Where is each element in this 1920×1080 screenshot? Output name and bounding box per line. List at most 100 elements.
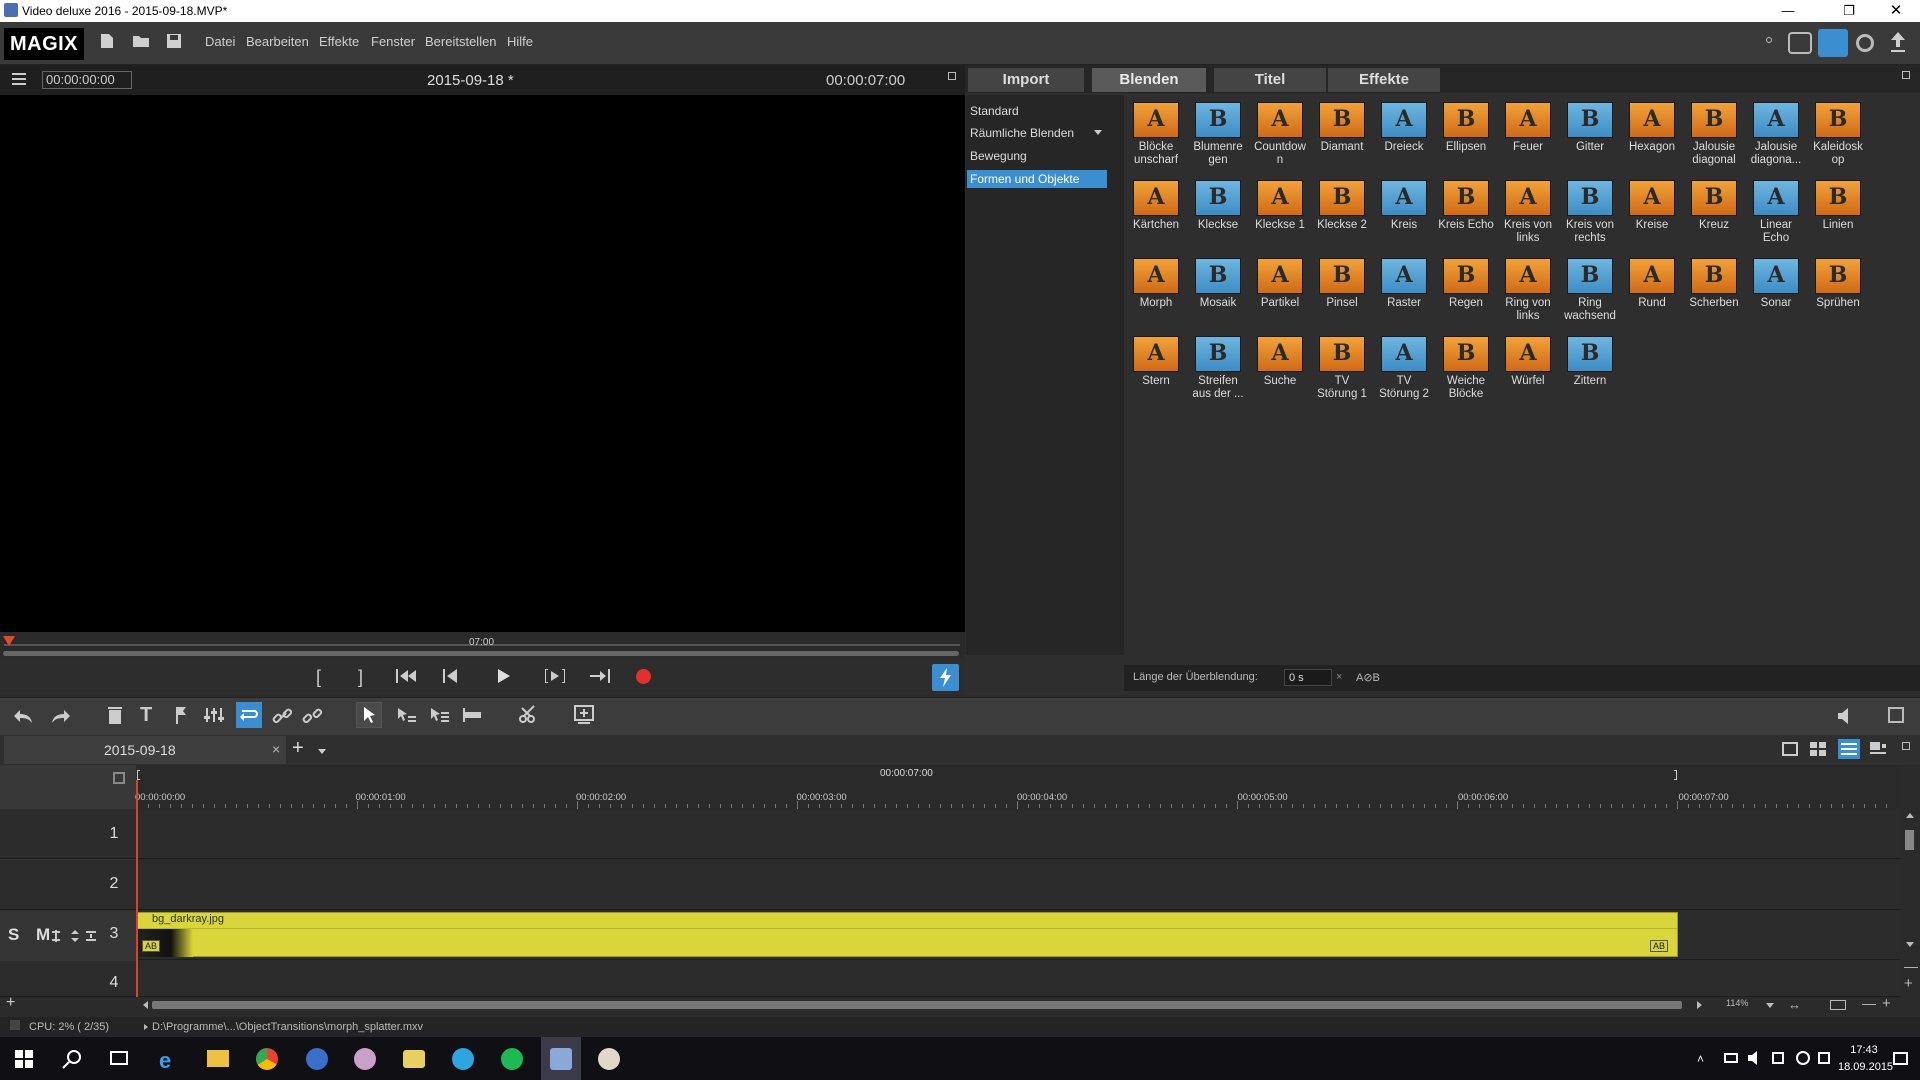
track-options-icon[interactable] bbox=[50, 928, 100, 944]
speaker-icon[interactable] bbox=[1747, 1051, 1763, 1065]
transition-thumbnail[interactable]: B bbox=[1443, 336, 1489, 372]
transition-thumbnail[interactable]: B bbox=[1195, 180, 1241, 216]
scissors-icon[interactable] bbox=[518, 704, 540, 724]
transition-item[interactable]: A TV Störung 2 bbox=[1373, 336, 1435, 412]
range-end-marker[interactable] bbox=[1674, 770, 1677, 780]
transition-item[interactable]: B Weiche Blöcke bbox=[1435, 336, 1497, 412]
category-standard[interactable]: Standard bbox=[970, 103, 1019, 119]
track-zoom-out-icon[interactable]: — bbox=[1904, 958, 1918, 974]
magix-taskbar-icon[interactable] bbox=[550, 1048, 572, 1070]
search-icon[interactable] bbox=[62, 1049, 82, 1069]
app-icon-6[interactable] bbox=[403, 1050, 425, 1068]
tab-blenden[interactable]: Blenden bbox=[1092, 68, 1206, 92]
transition-thumbnail[interactable]: B bbox=[1691, 180, 1737, 216]
transition-thumbnail[interactable]: A bbox=[1381, 258, 1427, 294]
range-start-marker[interactable] bbox=[137, 770, 140, 780]
zoom-dropdown-icon[interactable] bbox=[1766, 1003, 1774, 1008]
tab-dropdown-icon[interactable] bbox=[318, 749, 326, 754]
transition-thumbnail[interactable]: A bbox=[1133, 102, 1179, 138]
tray-icon-5[interactable] bbox=[1818, 1052, 1830, 1064]
scene-view-icon[interactable] bbox=[1810, 742, 1826, 756]
thunderbird-icon[interactable] bbox=[306, 1048, 328, 1070]
transition-thumbnail[interactable]: A bbox=[1753, 102, 1799, 138]
transition-item[interactable]: A Linear Echo bbox=[1745, 180, 1807, 256]
transition-item[interactable]: B Mosaik bbox=[1187, 258, 1249, 334]
solo-mute-buttons[interactable]: S M bbox=[8, 925, 56, 945]
spotify-icon[interactable] bbox=[501, 1048, 523, 1070]
transition-item[interactable]: B Zittern bbox=[1559, 336, 1621, 412]
multicam-view-icon[interactable] bbox=[1870, 742, 1886, 756]
chevron-down-icon[interactable] bbox=[1094, 130, 1102, 135]
tab-titel[interactable]: Titel bbox=[1214, 68, 1326, 92]
undo-icon[interactable] bbox=[12, 707, 34, 725]
unlink-icon[interactable] bbox=[302, 707, 322, 725]
goto-start-icon[interactable] bbox=[396, 669, 416, 683]
transition-length-input[interactable]: 0 s bbox=[1284, 669, 1332, 686]
playhead-marker-icon[interactable] bbox=[3, 636, 15, 646]
transition-item[interactable]: B Linien bbox=[1807, 180, 1869, 256]
maximize-preview-icon[interactable] bbox=[948, 72, 956, 80]
taskbar-date[interactable]: 18.09.2015 bbox=[1838, 1061, 1893, 1073]
transition-thumbnail[interactable]: B bbox=[1319, 258, 1365, 294]
transition-item[interactable]: A Partikel bbox=[1249, 258, 1311, 334]
zoom-in-icon[interactable]: + bbox=[1882, 995, 1891, 1012]
transition-item[interactable]: A Kreis von links bbox=[1497, 180, 1559, 256]
transition-thumbnail[interactable]: A bbox=[1505, 336, 1551, 372]
transition-thumbnail[interactable]: B bbox=[1815, 180, 1861, 216]
storyboard-view-icon[interactable] bbox=[1782, 742, 1798, 756]
transition-item[interactable]: A Würfel bbox=[1497, 336, 1559, 412]
transition-thumbnail[interactable]: B bbox=[1691, 258, 1737, 294]
transition-item[interactable]: A Morph bbox=[1125, 258, 1187, 334]
transition-item[interactable]: B Jalousie diagonal bbox=[1683, 102, 1745, 178]
previous-frame-icon[interactable] bbox=[443, 669, 459, 683]
transition-thumbnail[interactable]: A bbox=[1257, 102, 1303, 138]
transition-thumbnail[interactable]: B bbox=[1443, 102, 1489, 138]
timeline-view-icon[interactable] bbox=[1838, 739, 1860, 759]
play-icon[interactable] bbox=[497, 668, 511, 684]
menu-hilfe[interactable]: Hilfe bbox=[507, 34, 533, 49]
edge-browser-icon[interactable]: e bbox=[159, 1048, 171, 1074]
transition-thumbnail[interactable]: A bbox=[1753, 258, 1799, 294]
maximize-panel-icon[interactable] bbox=[1902, 71, 1910, 79]
transition-thumbnail[interactable]: B bbox=[1815, 258, 1861, 294]
transition-item[interactable]: A Ring von links bbox=[1497, 258, 1559, 334]
scroll-down-icon[interactable] bbox=[1906, 942, 1914, 947]
transition-item[interactable]: A Countdow n bbox=[1249, 102, 1311, 178]
transition-thumbnail[interactable]: B bbox=[1567, 336, 1613, 372]
transition-thumbnail[interactable]: B bbox=[1319, 102, 1365, 138]
save-icon[interactable] bbox=[166, 33, 182, 49]
transition-thumbnail[interactable]: B bbox=[1195, 102, 1241, 138]
transition-in-badge[interactable]: AB bbox=[142, 940, 161, 952]
transition-thumbnail[interactable]: A bbox=[1381, 180, 1427, 216]
path-expand-icon[interactable] bbox=[144, 1024, 148, 1030]
transition-thumbnail[interactable]: A bbox=[1505, 258, 1551, 294]
marker-icon[interactable] bbox=[174, 706, 188, 724]
transition-thumbnail[interactable]: B bbox=[1567, 180, 1613, 216]
transition-item[interactable]: B Gitter bbox=[1559, 102, 1621, 178]
app-icon-5[interactable] bbox=[354, 1048, 376, 1070]
transition-item[interactable]: B Kreis von rechts bbox=[1559, 180, 1621, 256]
hamburger-menu-icon[interactable] bbox=[12, 73, 26, 85]
transition-item[interactable]: B Sprühen bbox=[1807, 258, 1869, 334]
transition-item[interactable]: B Kleckse 2 bbox=[1311, 180, 1373, 256]
pointer-tool-icon[interactable] bbox=[356, 702, 382, 728]
transition-item[interactable]: A Suche bbox=[1249, 336, 1311, 412]
transition-thumbnail[interactable]: B bbox=[1443, 258, 1489, 294]
transition-thumbnail[interactable]: A bbox=[1629, 180, 1675, 216]
zoom-out-icon[interactable]: — bbox=[1862, 995, 1876, 1011]
scroll-right-icon[interactable] bbox=[1697, 1001, 1702, 1009]
transition-item[interactable]: B Streifen aus der ... bbox=[1187, 336, 1249, 412]
add-tab-icon[interactable]: + bbox=[292, 737, 304, 760]
paint-icon[interactable] bbox=[598, 1048, 620, 1070]
clear-icon[interactable]: × bbox=[1336, 671, 1342, 683]
transition-thumbnail[interactable]: A bbox=[1629, 258, 1675, 294]
transition-item[interactable]: A Raster bbox=[1373, 258, 1435, 334]
close-button[interactable]: ✕ bbox=[1873, 0, 1919, 22]
transition-item[interactable]: A Stern bbox=[1125, 336, 1187, 412]
transition-item[interactable]: B Kaleidosk op bbox=[1807, 102, 1869, 178]
scroll-up-icon[interactable] bbox=[1906, 813, 1914, 818]
category-raeumliche-blenden[interactable]: Räumliche Blenden bbox=[970, 126, 1074, 140]
transition-item[interactable]: B Regen bbox=[1435, 258, 1497, 334]
transition-item[interactable]: B Blumenre gen bbox=[1187, 102, 1249, 178]
menu-bereitstellen[interactable]: Bereitstellen bbox=[425, 34, 497, 49]
